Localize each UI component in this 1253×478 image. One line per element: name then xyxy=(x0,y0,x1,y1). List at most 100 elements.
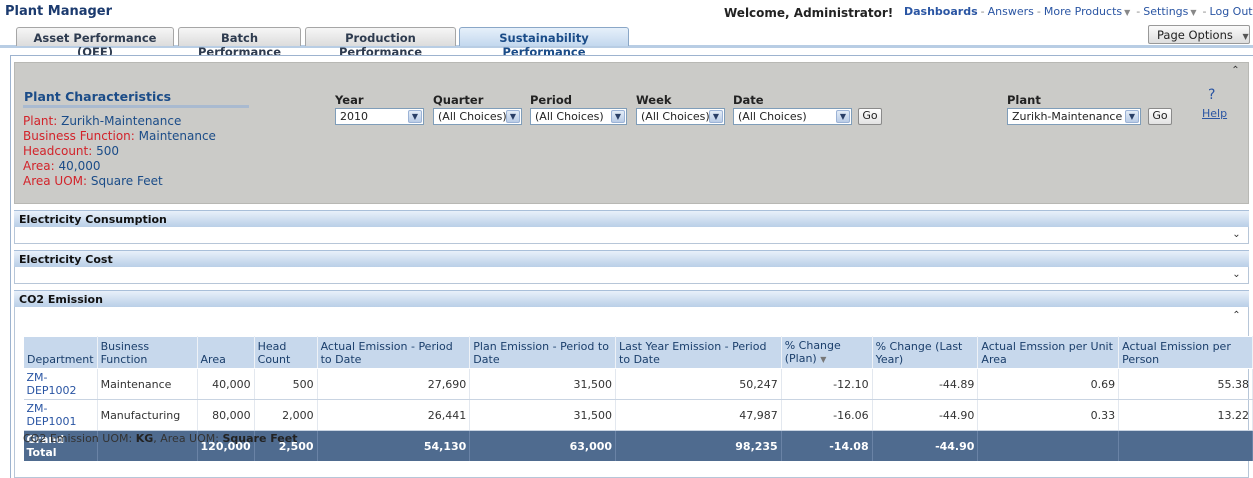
column-header[interactable]: Business Function xyxy=(96,336,198,369)
chevron-down-icon: ▼ xyxy=(408,110,422,123)
tab-sustainability-performance[interactable]: Sustainability Performance xyxy=(459,27,629,59)
chevron-down-icon[interactable]: ▼ xyxy=(1122,8,1133,17)
column-header-sorted[interactable]: % Change (Plan) ▼ xyxy=(780,336,873,369)
table-cell xyxy=(1118,430,1253,461)
link-separator: - xyxy=(980,5,985,18)
app-title: Plant Manager xyxy=(5,4,113,19)
week-select[interactable]: (All Choices) ▼ xyxy=(636,108,725,125)
dashboard-tabs: Asset Performance (OEE) Batch Performanc… xyxy=(0,27,1253,59)
table-row: ZM-DEP1001 Manufacturing 80,000 2,000 26… xyxy=(23,399,1253,431)
link-separator: - xyxy=(1136,5,1141,18)
column-header[interactable]: Department xyxy=(23,336,98,369)
department-cell[interactable]: ZM-DEP1002 xyxy=(23,368,98,400)
table-cell: 26,441 xyxy=(317,399,471,431)
period-label: Period xyxy=(530,93,572,107)
column-header[interactable]: % Change (Last Year) xyxy=(871,336,979,369)
link-separator: - xyxy=(1036,5,1041,18)
table-header-row: Department Business Function Area Head C… xyxy=(23,336,1253,369)
table-cell: 40,000 xyxy=(197,368,255,400)
table-cell: -44.90 xyxy=(872,430,979,461)
chevron-down-icon: ▼ xyxy=(506,110,520,123)
year-select[interactable]: 2010 ▼ xyxy=(335,108,424,125)
more-products-link[interactable]: More Products xyxy=(1044,5,1122,18)
table-cell: 63,000 xyxy=(469,430,617,461)
table-cell: -12.10 xyxy=(781,368,873,400)
uom-note: CO2 Emission UOM: KG, Area UOM: Square F… xyxy=(23,432,298,445)
electricity-consumption-header[interactable]: Electricity Consumption xyxy=(14,210,1249,227)
table-cell: 55.38 xyxy=(1118,368,1253,400)
date-label: Date xyxy=(733,93,764,107)
electricity-cost-header[interactable]: Electricity Cost xyxy=(14,250,1249,267)
period-select[interactable]: (All Choices) ▼ xyxy=(530,108,627,125)
headcount-attribute: Headcount: 500 xyxy=(23,144,120,158)
tab-asset-performance[interactable]: Asset Performance (OEE) xyxy=(16,27,174,59)
column-header[interactable]: Actual Emission per Person xyxy=(1118,336,1253,369)
table-cell: 0.33 xyxy=(977,399,1120,431)
week-label: Week xyxy=(636,93,672,107)
logout-link[interactable]: Log Out xyxy=(1210,5,1253,18)
column-header[interactable]: Head Count xyxy=(253,336,318,369)
table-cell: 80,000 xyxy=(197,399,255,431)
global-links: Dashboards - Answers - More Products ▼ - Settin… xyxy=(904,5,1253,18)
table-cell: -16.06 xyxy=(781,399,873,431)
table-cell: 2,000 xyxy=(254,399,318,431)
tab-batch-performance[interactable]: Batch Performance xyxy=(178,27,301,59)
welcome-message: Welcome, Administrator! xyxy=(724,6,894,20)
plant-label: Plant xyxy=(1007,93,1041,107)
table-cell: -14.08 xyxy=(781,430,873,461)
dashboards-link[interactable]: Dashboards xyxy=(904,5,978,18)
department-cell[interactable]: ZM-DEP1001 xyxy=(23,399,98,431)
expand-icon[interactable]: ⌄ xyxy=(1230,269,1243,282)
link-separator: - xyxy=(1202,5,1207,18)
table-cell: 31,500 xyxy=(469,399,617,431)
table-cell: 27,690 xyxy=(317,368,471,400)
collapse-icon[interactable]: ⌃ xyxy=(1229,65,1242,78)
table-cell: 98,235 xyxy=(615,430,782,461)
plant-characteristics-title: Plant Characteristics xyxy=(24,89,172,104)
help-icon[interactable]: ? xyxy=(1208,87,1215,103)
co2-emission-header[interactable]: CO2 Emission xyxy=(14,290,1249,307)
column-header[interactable]: Actual Emssion per Unit Area xyxy=(977,336,1120,369)
table-cell: Manufacturing xyxy=(97,399,198,431)
quarter-select[interactable]: (All Choices) ▼ xyxy=(433,108,522,125)
area-uom-attribute: Area UOM: Square Feet xyxy=(23,174,163,188)
plant-go-button[interactable]: Go xyxy=(1148,108,1172,125)
column-header[interactable]: Actual Emission - Period to Date xyxy=(316,336,471,369)
table-cell: Maintenance xyxy=(97,368,198,400)
chevron-down-icon: ▼ xyxy=(1125,110,1139,123)
collapse-icon[interactable]: ⌃ xyxy=(1230,310,1243,323)
plant-select[interactable]: Zurikh-Maintenance ▼ xyxy=(1007,108,1141,125)
chevron-down-icon: ▼ xyxy=(709,110,723,123)
settings-link[interactable]: Settings xyxy=(1143,5,1188,18)
global-header: Plant Manager Welcome, Administrator! Da… xyxy=(0,0,1253,28)
tab-production-performance[interactable]: Production Performance xyxy=(305,27,456,59)
table-cell: 13.22 xyxy=(1118,399,1253,431)
table-cell: 0.69 xyxy=(977,368,1120,400)
help-link[interactable]: Help xyxy=(1202,107,1227,120)
table-cell: 54,130 xyxy=(317,430,471,461)
prompts-section: ⌃ Plant Characteristics Plant: Zurikh-Ma… xyxy=(14,62,1249,204)
column-header[interactable]: Plan Emission - Period to Date xyxy=(469,336,617,369)
table-cell: 500 xyxy=(254,368,318,400)
chevron-down-icon[interactable]: ▼ xyxy=(1188,8,1199,17)
table-cell: -44.89 xyxy=(872,368,979,400)
column-header[interactable]: Last Year Emission - Period to Date xyxy=(615,336,782,369)
plant-attribute: Plant: Zurikh-Maintenance xyxy=(23,114,182,128)
column-header[interactable]: Area xyxy=(196,336,255,369)
go-button[interactable]: Go xyxy=(858,108,882,125)
table-cell: 50,247 xyxy=(615,368,782,400)
expand-icon[interactable]: ⌄ xyxy=(1230,229,1243,242)
date-select[interactable]: (All Choices) ▼ xyxy=(733,108,852,125)
answers-link[interactable]: Answers xyxy=(988,5,1034,18)
area-attribute: Area: 40,000 xyxy=(23,159,101,173)
page-options-button[interactable]: Page Options ▼ xyxy=(1148,25,1250,44)
table-row: ZM-DEP1002 Maintenance 40,000 500 27,690… xyxy=(23,368,1253,400)
quarter-label: Quarter xyxy=(433,93,484,107)
sort-descending-icon[interactable]: ▼ xyxy=(820,355,826,364)
chevron-down-icon: ▼ xyxy=(1242,32,1249,41)
table-cell xyxy=(977,430,1120,461)
table-cell: 47,987 xyxy=(615,399,782,431)
table-cell: -44.90 xyxy=(872,399,979,431)
title-underline xyxy=(23,105,249,108)
page-options-label: Page Options xyxy=(1157,28,1233,42)
